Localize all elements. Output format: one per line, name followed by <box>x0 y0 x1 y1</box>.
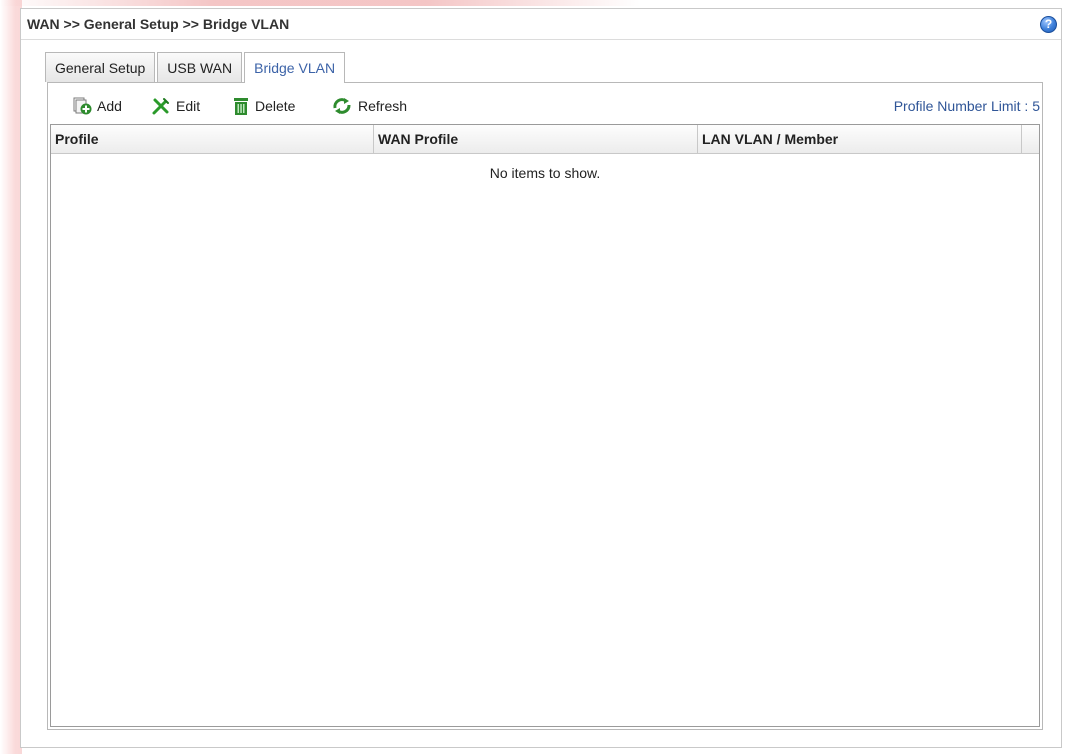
profile-number-limit: Profile Number Limit : 5 <box>893 98 1040 114</box>
delete-button[interactable]: Delete <box>232 91 295 121</box>
toolbar: Add Edit Delete Refresh Profile Number L… <box>48 91 1042 121</box>
decorative-glow-top <box>0 0 1067 6</box>
tab-bar: General Setup USB WAN Bridge VLAN <box>45 52 347 83</box>
edit-icon <box>152 98 169 115</box>
delete-label: Delete <box>255 98 296 114</box>
add-button[interactable]: Add <box>72 91 122 121</box>
table-header: Profile WAN Profile LAN VLAN / Member <box>51 125 1039 154</box>
delete-icon <box>234 98 248 115</box>
breadcrumb: WAN >> General Setup >> Bridge VLAN <box>27 16 290 32</box>
bridge-vlan-grid: Add Edit Delete Refresh Profile Number L… <box>47 82 1043 730</box>
refresh-label: Refresh <box>358 98 408 114</box>
column-header-profile[interactable]: Profile <box>51 125 374 153</box>
add-label: Add <box>97 98 122 114</box>
refresh-button[interactable]: Refresh <box>331 91 407 121</box>
refresh-icon <box>333 98 351 114</box>
add-icon <box>73 97 92 115</box>
tab-general-setup[interactable]: General Setup <box>45 52 156 82</box>
tab-usb-wan[interactable]: USB WAN <box>157 52 243 82</box>
help-icon[interactable]: ? <box>1040 16 1057 33</box>
column-header-spacer <box>1022 125 1039 153</box>
edit-button[interactable]: Edit <box>151 91 200 121</box>
empty-table-message: No items to show. <box>489 165 601 181</box>
panel-header: WAN >> General Setup >> Bridge VLAN ? <box>21 9 1061 40</box>
column-header-wan-profile[interactable]: WAN Profile <box>374 125 698 153</box>
decorative-glow-left <box>0 0 22 754</box>
edit-label: Edit <box>176 98 201 114</box>
profile-table: Profile WAN Profile LAN VLAN / Member No… <box>50 124 1040 727</box>
column-header-lan-vlan-member[interactable]: LAN VLAN / Member <box>698 125 1022 153</box>
tab-bridge-vlan[interactable]: Bridge VLAN <box>244 52 346 83</box>
bridge-vlan-panel: WAN >> General Setup >> Bridge VLAN ? Ge… <box>20 8 1062 748</box>
